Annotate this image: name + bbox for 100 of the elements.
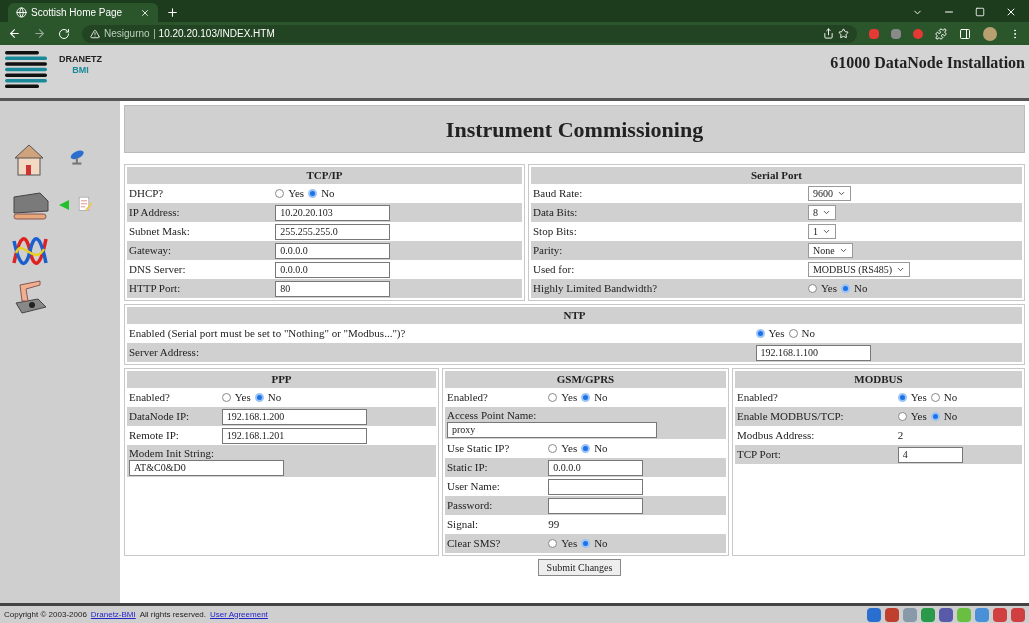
select-dropdown[interactable]: 9600 <box>807 186 851 202</box>
select-dropdown[interactable]: MODBUS (RS485) <box>807 262 911 278</box>
select-dropdown[interactable]: None <box>807 243 853 259</box>
field-label: Data Bits: <box>533 206 578 219</box>
radio-label: Yes <box>910 390 927 406</box>
radio-button[interactable] <box>581 444 591 453</box>
new-tab-icon[interactable] <box>166 6 179 19</box>
field-label: Parity: <box>533 244 563 257</box>
close-icon[interactable] <box>1005 6 1017 18</box>
side-panel-icon[interactable] <box>959 27 971 40</box>
radio-button[interactable] <box>807 284 817 293</box>
back-icon[interactable] <box>8 27 21 40</box>
radio-label: Yes <box>910 409 927 425</box>
profile-avatar[interactable] <box>983 26 997 41</box>
field-label: Enabled? <box>737 391 778 404</box>
footer-link[interactable]: Dranetz-BMI <box>90 608 136 621</box>
field-label: Remote IP: <box>129 429 179 442</box>
input-field[interactable]: 0.0.0.0 <box>275 242 391 259</box>
browser-tab[interactable]: Scottish Home Page <box>8 3 158 22</box>
select-dropdown[interactable]: 1 <box>807 224 836 240</box>
input-field[interactable]: 4 <box>897 446 963 463</box>
share-icon[interactable] <box>823 28 834 39</box>
input-field[interactable]: proxy <box>447 422 657 438</box>
field-label: Enable MODBUS/TCP: <box>737 410 844 423</box>
tray-icon[interactable] <box>1011 607 1025 622</box>
globe-icon <box>16 7 27 18</box>
radio-button[interactable] <box>275 189 285 198</box>
radio-label: Yes <box>234 390 251 406</box>
field-label: Server Address: <box>129 346 199 359</box>
tray-icon[interactable] <box>975 607 989 622</box>
field-label: Clear SMS? <box>447 537 501 550</box>
input-field[interactable]: 192.168.1.100 <box>755 344 871 361</box>
radio-button[interactable] <box>548 539 558 548</box>
section-header: NTP <box>127 307 1022 324</box>
radio-label: No <box>943 409 958 425</box>
tray-icon[interactable] <box>939 607 953 622</box>
tray-icon[interactable] <box>867 607 881 622</box>
field-label: User Name: <box>447 480 500 493</box>
page-header-title: 61000 DataNode Installation <box>830 53 1025 73</box>
submit-button[interactable]: Submit Changes <box>537 559 622 576</box>
reload-icon[interactable] <box>58 27 70 40</box>
input-field[interactable]: 192.168.1.200 <box>221 408 367 425</box>
input-field[interactable]: 0.0.0.0 <box>275 261 391 278</box>
field-label: Signal: <box>447 518 479 531</box>
field-label: Enabled? <box>447 391 488 404</box>
radio-button[interactable] <box>840 284 850 293</box>
radio-button[interactable] <box>548 393 558 402</box>
extensions-icon[interactable] <box>935 27 947 40</box>
input-field[interactable] <box>548 497 644 514</box>
radio-label: No <box>594 441 608 457</box>
input-field[interactable]: 0.0.0.0 <box>548 459 644 476</box>
radio-button[interactable] <box>308 189 318 198</box>
radio-label: Yes <box>561 441 578 457</box>
field-label: Password: <box>447 499 493 512</box>
input-field[interactable] <box>548 478 644 495</box>
close-icon[interactable] <box>140 7 150 18</box>
radio-button[interactable] <box>548 444 558 453</box>
radio-button[interactable] <box>581 393 591 402</box>
tray-icon[interactable] <box>993 607 1007 622</box>
section-header: PPP <box>127 371 436 388</box>
logo-text: DRANETZ <box>59 54 102 65</box>
security-label: Nesigurno <box>104 27 150 41</box>
radio-button[interactable] <box>254 393 264 402</box>
extension-icon[interactable] <box>891 28 901 39</box>
radio-button[interactable] <box>930 393 940 402</box>
value-text: 99 <box>548 518 560 531</box>
field-label: Static IP: <box>447 461 488 474</box>
field-label: Highly Limited Bandwidth? <box>533 282 658 295</box>
radio-button[interactable] <box>897 412 907 421</box>
field-label: Use Static IP? <box>447 442 510 455</box>
input-field[interactable]: 255.255.255.0 <box>275 223 391 240</box>
radio-button[interactable] <box>897 393 907 402</box>
radio-button[interactable] <box>581 539 591 548</box>
url-text: 10.20.20.103/INDEX.HTM <box>158 27 275 41</box>
radio-button[interactable] <box>221 393 231 402</box>
tray-icon[interactable] <box>921 607 935 622</box>
radio-button[interactable] <box>930 412 940 421</box>
input-field[interactable]: 80 <box>275 280 391 297</box>
tray-icon[interactable] <box>885 607 899 622</box>
extension-icon[interactable] <box>913 28 923 39</box>
tray-icon[interactable] <box>903 607 917 622</box>
field-label: Stop Bits: <box>533 225 577 238</box>
section-header: GSM/GPRS <box>445 371 726 388</box>
select-dropdown[interactable]: 8 <box>807 205 836 221</box>
input-field[interactable]: 192.168.1.201 <box>221 427 367 444</box>
value-text: 2 <box>897 429 904 442</box>
radio-button[interactable] <box>788 329 798 338</box>
bookmark-star-icon[interactable] <box>838 28 849 39</box>
input-field[interactable]: 10.20.20.103 <box>275 204 391 221</box>
radio-label: Yes <box>820 281 837 297</box>
address-bar[interactable]: Nesigurno 10.20.20.103/INDEX.HTM <box>82 24 857 43</box>
footer-link[interactable]: User Agreement <box>210 608 268 621</box>
radio-label: No <box>321 186 335 202</box>
input-field[interactable]: AT&C0&D0 <box>129 460 284 476</box>
extension-icon[interactable] <box>869 28 879 39</box>
field-label: Modbus Address: <box>737 429 815 442</box>
radio-button[interactable] <box>755 329 765 338</box>
radio-label: Yes <box>288 186 305 202</box>
radio-label: No <box>267 390 282 406</box>
maximize-icon[interactable] <box>975 7 985 17</box>
